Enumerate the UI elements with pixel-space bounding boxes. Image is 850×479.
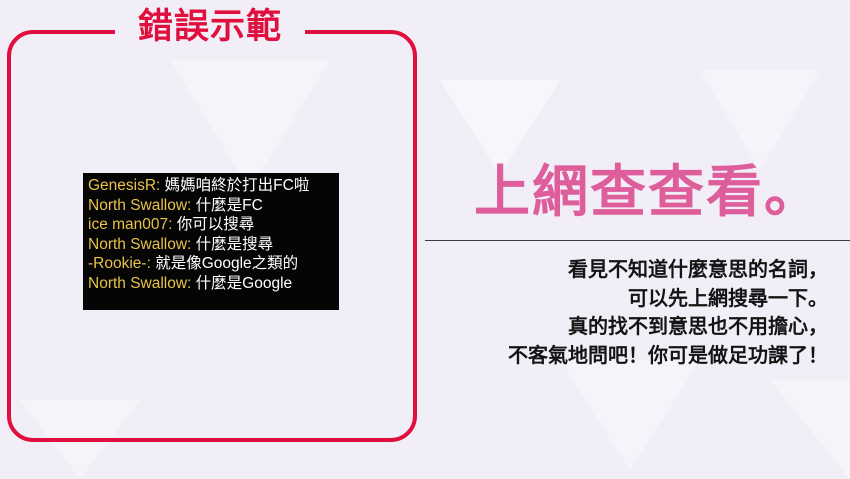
chat-speaker: North Swallow: xyxy=(88,274,192,292)
advice-line: 可以先上網搜尋一下。 xyxy=(628,285,828,310)
advice-line: 不客氣地問吧！你可是做足功課了！ xyxy=(508,342,828,367)
chat-message: 什麼是搜尋 xyxy=(191,235,274,253)
advice-line: 看見不知道什麼意思的名詞， xyxy=(568,257,828,281)
chat-message: 就是像Google之類的 xyxy=(150,255,299,273)
chat-line: GenesisR: 媽媽咱終於打出FC啦 xyxy=(88,176,334,196)
chat-speaker: North Swallow: xyxy=(88,235,192,253)
panel-title: 錯誤示範 xyxy=(137,6,282,47)
chat-message: 媽媽咱終於打出FC啦 xyxy=(160,177,310,194)
chat-line: North Swallow: 什麼是搜尋 xyxy=(88,235,334,255)
chat-line: North Swallow: 什麼是Google xyxy=(88,274,334,294)
chat-line: North Swallow: 什麼是FC xyxy=(88,196,334,216)
chat-message: 什麼是FC xyxy=(191,196,263,214)
headline: 上網查查看。 xyxy=(474,160,822,225)
chat-message: 你可以搜尋 xyxy=(172,216,255,234)
chat-line: -Rookie-: 就是像Google之類的 xyxy=(88,254,334,274)
advice-line: 真的找不到意思也不用擔心， xyxy=(568,314,828,338)
chat-speaker: GenesisR: xyxy=(88,177,161,194)
chat-message: 什麼是Google xyxy=(191,274,293,292)
chat-speaker: ice man007: xyxy=(88,216,173,234)
chat-log: GenesisR: 媽媽咱終於打出FC啦 North Swallow: 什麼是F… xyxy=(83,173,339,310)
chat-speaker: -Rookie-: xyxy=(88,255,151,273)
chat-line: ice man007: 你可以搜尋 xyxy=(88,215,334,235)
chat-speaker: North Swallow: xyxy=(88,196,192,214)
advice-text: 看見不知道什麼意思的名詞， 可以先上網搜尋一下。 真的找不到意思也不用擔心， 不… xyxy=(508,255,828,369)
divider xyxy=(425,240,850,241)
panel-title-container: 錯誤示範 xyxy=(115,4,305,50)
